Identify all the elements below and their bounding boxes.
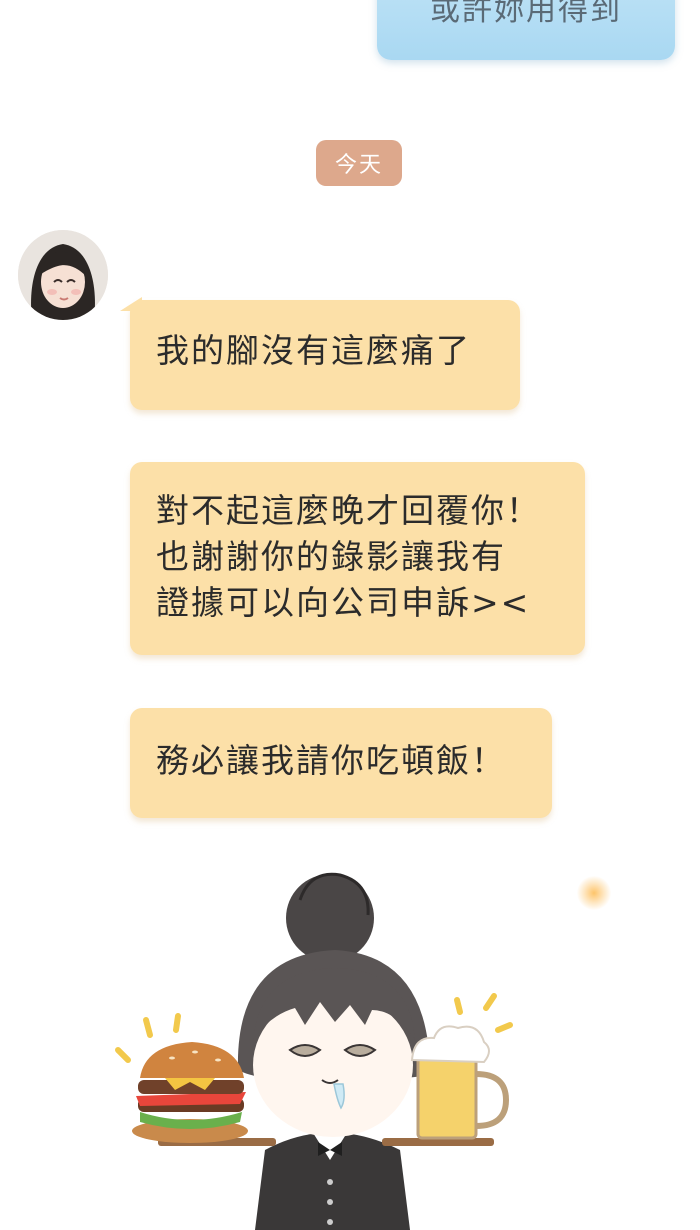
avatar-portrait-icon bbox=[18, 230, 108, 320]
message-line: 務必讓我請你吃頓飯！ bbox=[156, 741, 506, 780]
received-message-bubble[interactable]: 務必讓我請你吃頓飯！ bbox=[130, 708, 552, 818]
sent-message-text: 或許妳用得到 bbox=[430, 0, 622, 28]
hair-bun-icon bbox=[286, 872, 374, 962]
received-message-bubble[interactable]: 我的腳沒有這麼痛了 bbox=[120, 297, 520, 410]
message-line: 對不起這麼晚才回覆你！ bbox=[156, 491, 541, 530]
sent-message-bubble[interactable]: 或許妳用得到 bbox=[377, 0, 675, 60]
contact-avatar[interactable] bbox=[18, 230, 108, 320]
message-line: 我的腳沒有這麼痛了 bbox=[156, 331, 471, 370]
received-message-bubble[interactable]: 對不起這麼晚才回覆你！ 也謝謝你的錄影讓我有 證據可以向公司申訴>< bbox=[130, 462, 585, 655]
bubble-tail bbox=[120, 297, 142, 311]
chibi-face-icon bbox=[237, 950, 430, 1137]
date-divider: 今天 bbox=[316, 140, 402, 186]
message-line: 也謝謝你的錄影讓我有 bbox=[156, 537, 506, 576]
waiter-sticker-illustration[interactable] bbox=[0, 860, 700, 1230]
message-line: 證據可以向公司申訴>< bbox=[156, 583, 531, 622]
